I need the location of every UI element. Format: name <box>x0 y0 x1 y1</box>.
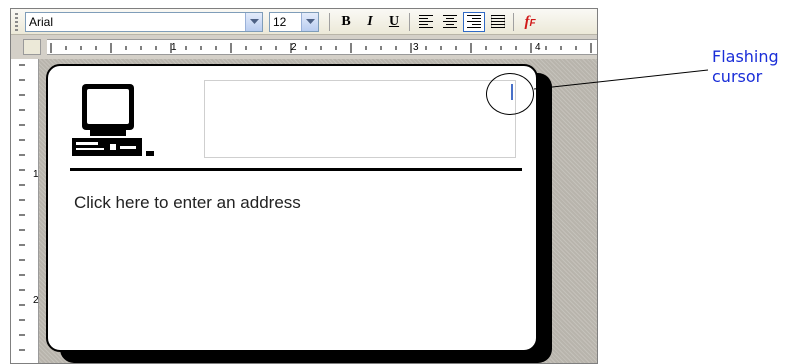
callout-line <box>533 69 709 90</box>
callout-line-1: Flashing <box>712 47 779 66</box>
callout-label: Flashing cursor <box>712 47 779 87</box>
callout-line-2: cursor <box>712 67 763 86</box>
